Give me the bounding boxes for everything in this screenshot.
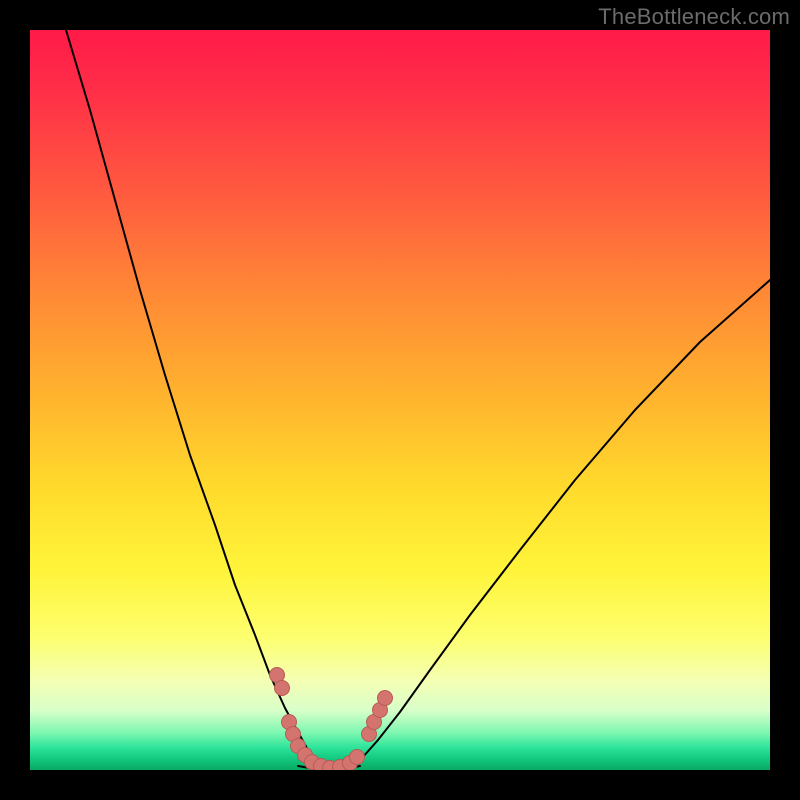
plot-area [30, 30, 770, 770]
watermark-text: TheBottleneck.com [598, 4, 790, 30]
marker-dot [378, 691, 393, 706]
marker-dot [350, 750, 365, 765]
marker-dot [275, 681, 290, 696]
chart-frame: TheBottleneck.com [0, 0, 800, 800]
curve-layer [30, 30, 770, 770]
curve-right-curve [352, 280, 770, 768]
curve-left-curve [66, 30, 322, 768]
curve-group [66, 30, 770, 769]
marker-group [270, 668, 393, 771]
